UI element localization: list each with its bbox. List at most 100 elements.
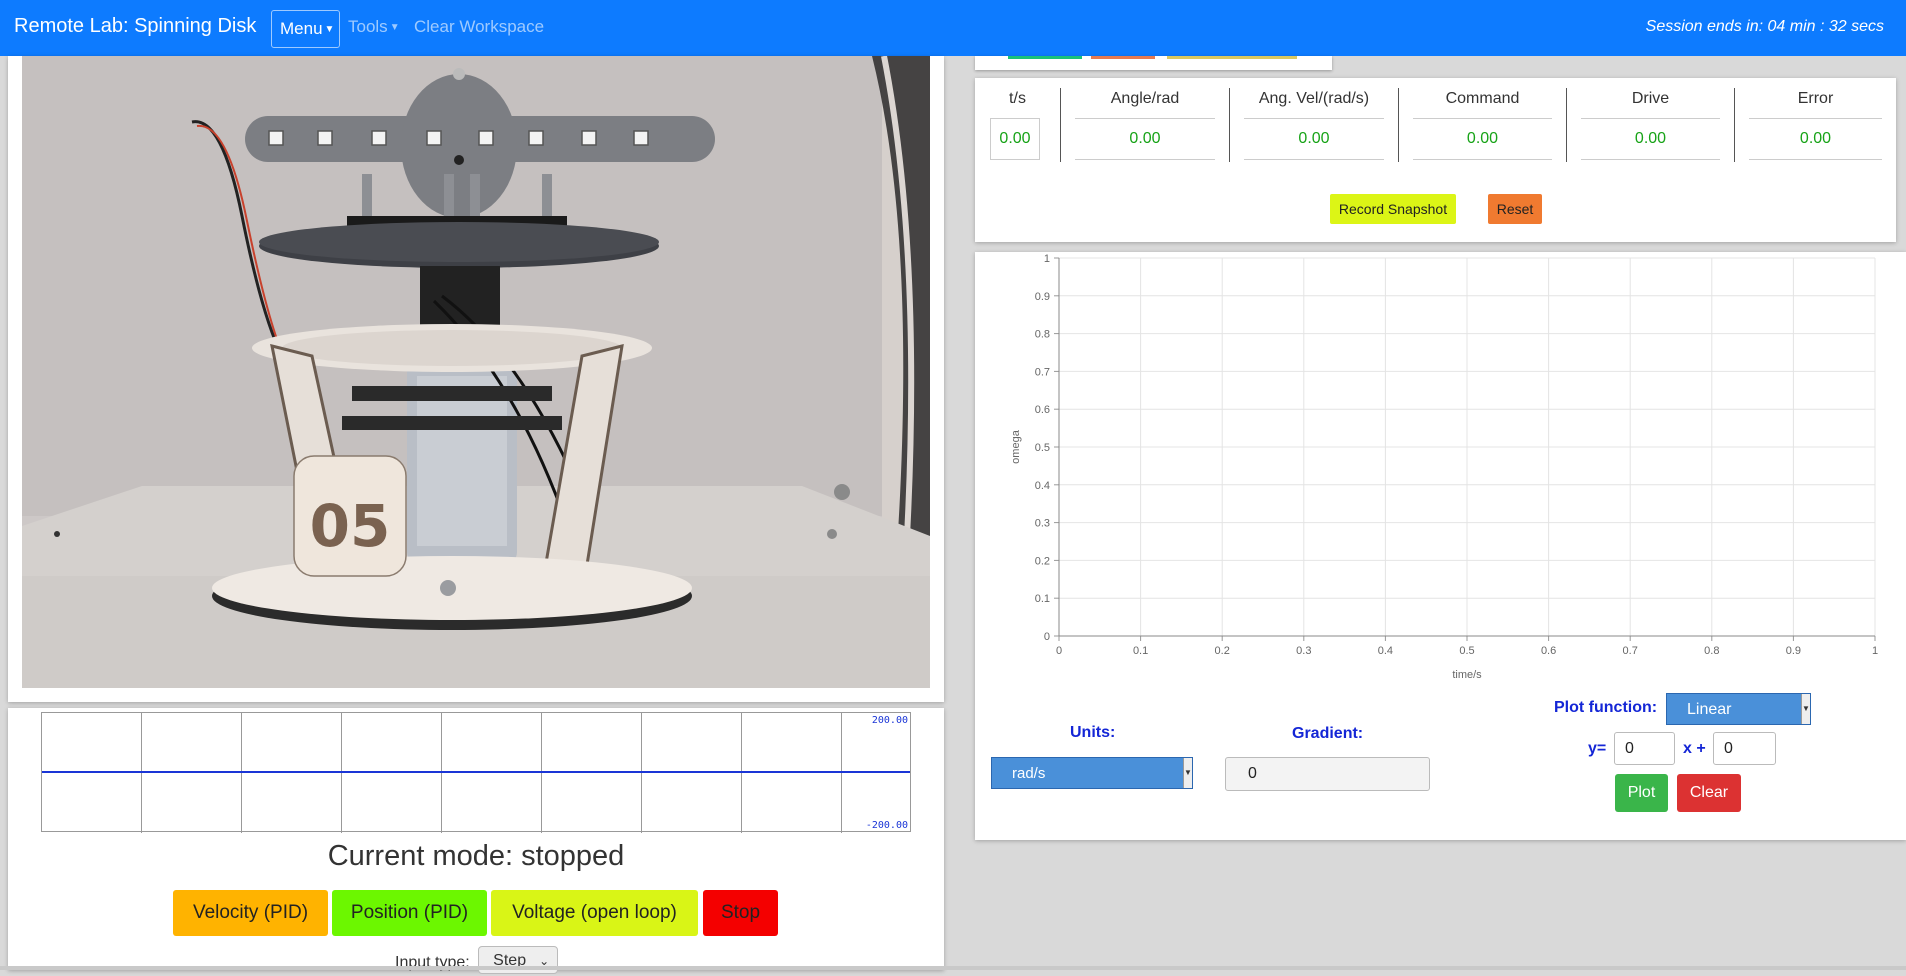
page-bottom-edge <box>0 966 1906 970</box>
scope-gridline <box>841 713 842 833</box>
y-tick-label: 0.7 <box>1035 366 1050 378</box>
gradient-field[interactable]: 0 <box>1225 757 1430 791</box>
x-tick-label: 0.8 <box>1704 645 1719 657</box>
readout-error: Error 0.00 <box>1735 88 1896 162</box>
plot-function-label: Plot function: <box>1554 699 1658 716</box>
scope-min-label: -200.00 <box>865 820 908 831</box>
spinning-disk-apparatus-image: 05 <box>22 56 930 688</box>
readout-header: Error <box>1797 90 1834 107</box>
readout-value: 0.00 <box>1581 118 1720 160</box>
gradient-label: Gradient: <box>1292 725 1364 742</box>
scope-gridline <box>741 713 742 833</box>
readout-time: t/s 0.00 <box>975 88 1061 162</box>
x-tick-label: 0.2 <box>1215 645 1230 657</box>
scope-gridline <box>541 713 542 833</box>
caret-down-icon: ▼ <box>389 22 400 34</box>
disk-number-label: 05 <box>310 492 391 560</box>
plot-function-value: Linear <box>1687 701 1732 718</box>
intercept-input[interactable]: 0 <box>1713 732 1776 765</box>
input-type-row: Input type: Step ⌄ <box>395 946 559 976</box>
stop-button[interactable]: Stop <box>703 890 778 936</box>
x-tick-label: 0.9 <box>1786 645 1801 657</box>
x-tick-label: 0.7 <box>1623 645 1638 657</box>
readout-angular-velocity: Ang. Vel/(rad/s) 0.00 <box>1230 88 1399 162</box>
y-tick-label: 0.9 <box>1035 291 1050 303</box>
tools-label: Tools <box>348 17 388 36</box>
clear-button[interactable]: Clear <box>1677 774 1741 812</box>
position-pid-button[interactable]: Position (PID) <box>332 890 487 936</box>
x-plus-label: x + <box>1683 740 1706 757</box>
menu-dropdown[interactable]: Menu ▼ <box>271 10 340 48</box>
x-tick-label: 0.6 <box>1541 645 1556 657</box>
clear-workspace-link[interactable]: Clear Workspace <box>414 17 544 37</box>
y-tick-label: 0.1 <box>1035 593 1050 605</box>
readout-value: 0.00 <box>990 118 1040 160</box>
readout-command: Command 0.00 <box>1399 88 1567 162</box>
signal-scope: 200.00 -200.00 <box>41 712 911 833</box>
units-label: Units: <box>1070 724 1116 741</box>
readout-angle: Angle/rad 0.00 <box>1061 88 1230 162</box>
x-tick-label: 0.1 <box>1133 645 1148 657</box>
scope-gridline <box>641 713 642 833</box>
voltage-open-loop-button[interactable]: Voltage (open loop) <box>491 890 698 936</box>
slope-input[interactable]: 0 <box>1614 732 1675 765</box>
mode-control-panel: 200.00 -200.00 Current mode: stopped Vel… <box>8 708 944 974</box>
x-axis-label: time/s <box>1452 669 1482 681</box>
y-tick-label: 0.2 <box>1035 555 1050 567</box>
menu-label: Menu <box>280 19 323 38</box>
caret-down-icon: ▼ <box>1801 694 1810 724</box>
y-tick-label: 0.4 <box>1035 480 1050 492</box>
y-equals-label: y= <box>1588 740 1607 757</box>
readout-value: 0.00 <box>1075 118 1215 160</box>
x-tick-label: 1 <box>1872 645 1878 657</box>
scope-max-label: 200.00 <box>871 715 908 726</box>
caret-down-icon: ▼ <box>324 23 335 35</box>
y-tick-label: 0 <box>1044 631 1050 643</box>
session-timer: Session ends in: 04 min : 32 secs <box>1645 18 1884 35</box>
readout-header: Ang. Vel/(rad/s) <box>1258 90 1370 107</box>
readout-header: Drive <box>1631 90 1670 107</box>
scope-gridline <box>141 713 142 833</box>
plot-function-select[interactable]: Linear ▼ <box>1666 693 1811 725</box>
scope-gridline <box>341 713 342 833</box>
camera-feed: 05 <box>22 56 930 688</box>
current-mode-text: Current mode: stopped <box>327 840 625 872</box>
readout-value: 0.00 <box>1244 118 1384 160</box>
readout-header: Command <box>1445 90 1520 107</box>
stub-button-yellow[interactable] <box>1167 56 1297 59</box>
stub-button-green[interactable] <box>1008 56 1082 59</box>
video-panel: 05 <box>8 56 944 702</box>
graph-panel: 0 0.1 0.2 0.3 0.4 0.5 0.6 0.7 0.8 0.9 1 0 0.1 0.2 0.3 0… <box>975 252 1906 840</box>
y-tick-label: 1 <box>1044 253 1050 265</box>
chevron-down-icon: ⌄ <box>539 954 550 968</box>
omega-time-chart: 0 0.1 0.2 0.3 0.4 0.5 0.6 0.7 0.8 0.9 1 0 0.1 0.2 0.3 0… <box>1010 253 1878 681</box>
brand-title[interactable]: Remote Lab: Spinning Disk <box>14 15 256 38</box>
collapsed-panel-stub <box>975 56 1332 70</box>
x-tick-label: 0.5 <box>1459 645 1474 657</box>
x-tick-label: 0 <box>1056 645 1062 657</box>
units-select[interactable]: rad/s ▼ <box>991 757 1193 789</box>
y-axis-label: omega <box>1010 429 1022 464</box>
readout-header: Angle/rad <box>1110 90 1180 107</box>
y-tick-label: 0.6 <box>1035 404 1050 416</box>
stub-button-orange[interactable] <box>1091 56 1155 59</box>
scope-gridline <box>241 713 242 833</box>
x-tick-label: 0.3 <box>1296 645 1311 657</box>
y-tick-label: 0.8 <box>1035 329 1050 341</box>
tools-dropdown[interactable]: Tools ▼ <box>348 17 400 37</box>
record-snapshot-button[interactable]: Record Snapshot <box>1330 194 1456 224</box>
velocity-pid-button[interactable]: Velocity (PID) <box>173 890 328 936</box>
y-tick-label: 0.5 <box>1035 442 1050 454</box>
readout-value: 0.00 <box>1749 118 1882 160</box>
y-tick-label: 0.3 <box>1035 518 1050 530</box>
scope-trace <box>42 771 910 773</box>
caret-down-icon: ▼ <box>1183 758 1192 788</box>
top-navbar: Remote Lab: Spinning Disk Menu ▼ Tools ▼ C… <box>0 0 1906 56</box>
units-value: rad/s <box>1012 765 1046 782</box>
readout-drive: Drive 0.00 <box>1567 88 1735 162</box>
plot-button[interactable]: Plot <box>1615 774 1668 812</box>
reset-button[interactable]: Reset <box>1488 194 1542 224</box>
x-tick-label: 0.4 <box>1378 645 1393 657</box>
readout-header: t/s <box>1009 90 1026 107</box>
scope-gridline <box>441 713 442 833</box>
